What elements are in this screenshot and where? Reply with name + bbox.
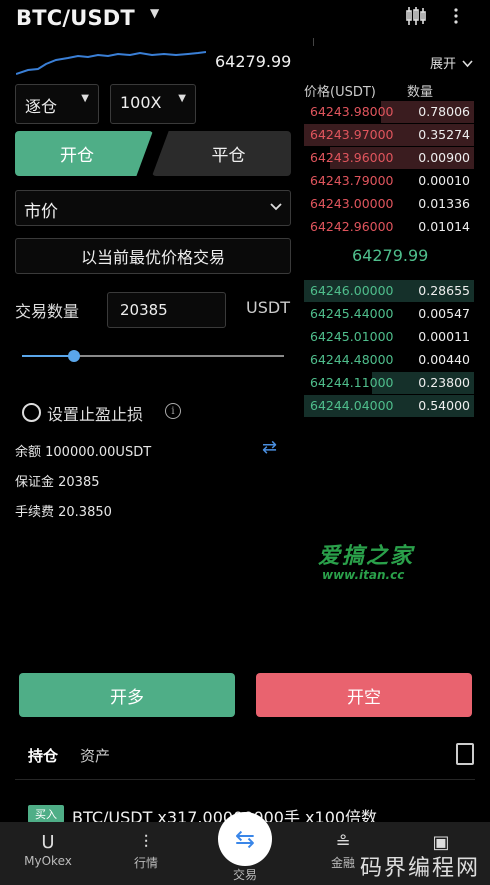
nav-item-trade[interactable]: 交易 <box>210 866 280 883</box>
orderbook-price: 64242.96000 <box>310 219 394 234</box>
nav-label: MyOkex <box>24 854 72 868</box>
quantity-slider-handle[interactable] <box>68 350 81 362</box>
best-price-label: 以当前最优价格交易 <box>80 248 225 267</box>
orderbook-mid-price: 64279.99 <box>352 246 429 265</box>
chevron-down-icon: ▼ <box>81 93 89 104</box>
more-options-icon[interactable] <box>448 8 464 24</box>
orderbook-qty: 0.78006 <box>418 104 470 119</box>
orderbook-bid-row[interactable]: 64245.44000 0.00547 <box>304 303 474 325</box>
position-side-badge: 买入 <box>28 805 64 823</box>
orderbook-price: 64243.98000 <box>310 104 394 119</box>
orderbook-ask-row[interactable]: 64242.96000 0.01014 <box>304 216 474 238</box>
divider <box>313 38 314 46</box>
tp-sl-label: 设置止盈止损 <box>47 405 144 424</box>
orderbook-qty-header: 数量 <box>407 85 434 100</box>
orderbook-qty: 0.00440 <box>418 352 470 367</box>
orderbook-ask-row[interactable]: 64243.98000 0.78006 <box>304 101 474 123</box>
orderbook-price: 64243.97000 <box>310 127 394 142</box>
orderbook-qty: 0.28655 <box>418 283 470 298</box>
orderbook-expand-button[interactable]: 展开 <box>430 53 473 72</box>
margin-text: 保证金 20385 <box>15 475 100 490</box>
orderbook-qty: 0.00011 <box>418 329 470 344</box>
chevron-down-icon: ▼ <box>178 93 186 104</box>
watermark-logo: 爱搞之家 <box>318 544 415 569</box>
chevron-down-icon <box>462 60 473 68</box>
orderbook-ask-row[interactable]: 64243.96000 0.00900 <box>304 147 474 169</box>
open-long-button[interactable]: 开多 <box>19 673 235 717</box>
orderbook-ask-row[interactable]: 64243.97000 0.35274 <box>304 124 474 146</box>
spark-price: 64279.99 <box>215 52 292 71</box>
orderbook-bid-row[interactable]: 64244.48000 0.00440 <box>304 349 474 371</box>
tab-positions[interactable]: 持仓 <box>28 745 58 766</box>
orderbook-bid-row[interactable]: 64244.11000 0.23800 <box>304 372 474 394</box>
best-price-button[interactable]: 以当前最优价格交易 <box>15 238 291 274</box>
info-icon[interactable]: i <box>165 403 181 419</box>
chevron-down-icon <box>270 203 282 211</box>
divider <box>15 779 475 780</box>
orderbook-ask-row[interactable]: 64243.79000 0.00010 <box>304 170 474 192</box>
quantity-slider-fill <box>22 355 75 357</box>
trade-swap-icon[interactable]: ⇆ <box>218 812 272 866</box>
balance-text: 余额 100000.00USDT <box>15 445 152 460</box>
pair-dropdown-icon[interactable]: ▼ <box>150 6 159 20</box>
margin-mode-select[interactable]: 逐仓 ▼ <box>15 84 99 124</box>
order-type-value: 市价 <box>24 202 58 222</box>
orderbook-price: 64245.44000 <box>310 306 394 321</box>
orderbook-price: 64244.04000 <box>310 398 394 413</box>
open-short-button[interactable]: 开空 <box>256 673 472 717</box>
candlestick-icon[interactable] <box>405 6 427 26</box>
tp-sl-radio[interactable] <box>22 403 41 422</box>
tab-close-position[interactable]: 平仓 <box>152 131 291 176</box>
order-type-select[interactable]: 市价 <box>15 190 291 226</box>
leverage-value: 100X <box>120 93 162 112</box>
orderbook-price: 64243.00000 <box>310 196 394 211</box>
quantity-input[interactable]: 20385 <box>107 292 226 328</box>
orderbook-qty: 0.23800 <box>418 375 470 390</box>
clipboard-icon[interactable] <box>456 743 474 765</box>
expand-label: 展开 <box>430 57 457 72</box>
quantity-unit: USDT <box>246 298 290 317</box>
orderbook-price: 64244.11000 <box>310 375 394 390</box>
orderbook-price-header: 价格(USDT) <box>304 85 376 100</box>
watermark-url: www.itan.cc <box>322 568 405 582</box>
price-sparkline <box>16 51 206 75</box>
orderbook-bid-row[interactable]: 64244.04000 0.54000 <box>304 395 474 417</box>
pair-title[interactable]: BTC/USDT <box>16 6 135 30</box>
quantity-value: 20385 <box>120 301 168 319</box>
leverage-select[interactable]: 100X ▼ <box>110 84 196 124</box>
orderbook-qty: 0.00900 <box>418 150 470 165</box>
orderbook-price: 64245.01000 <box>310 329 394 344</box>
orderbook-qty: 0.01014 <box>418 219 470 234</box>
nav-label: 交易 <box>232 868 257 882</box>
transfer-icon[interactable]: ⇄ <box>262 437 277 458</box>
orderbook-qty: 0.54000 <box>418 398 470 413</box>
orderbook-price: 64244.48000 <box>310 352 394 367</box>
orderbook-ask-row[interactable]: 64243.00000 0.01336 <box>304 193 474 215</box>
nav-item-market[interactable]: ⫶ 行情 <box>111 832 181 871</box>
fee-text: 手续费 20.3850 <box>15 505 112 520</box>
tab-assets[interactable]: 资产 <box>80 745 110 766</box>
orderbook-price: 64246.00000 <box>310 283 394 298</box>
candles-icon: ⫶ <box>143 832 149 853</box>
margin-mode-value: 逐仓 <box>25 97 58 116</box>
orderbook-price: 64243.79000 <box>310 173 394 188</box>
nav-label: 行情 <box>133 856 158 870</box>
corner-watermark: 码界编程网 <box>360 856 481 881</box>
nav-label: 金融 <box>330 856 355 870</box>
orderbook-bid-row[interactable]: 64245.01000 0.00011 <box>304 326 474 348</box>
orderbook-qty: 0.00010 <box>418 173 470 188</box>
quantity-label: 交易数量 <box>15 302 80 321</box>
orderbook-qty: 0.01336 <box>418 196 470 211</box>
tab-open-position[interactable]: 开仓 <box>15 131 153 176</box>
user-icon: U <box>41 832 55 853</box>
orderbook-qty: 0.35274 <box>418 127 470 142</box>
orderbook-bid-row[interactable]: 64246.00000 0.28655 <box>304 280 474 302</box>
nav-item-myokex[interactable]: U MyOkex <box>13 832 83 868</box>
orderbook-price: 64243.96000 <box>310 150 394 165</box>
orderbook-qty: 0.00547 <box>418 306 470 321</box>
